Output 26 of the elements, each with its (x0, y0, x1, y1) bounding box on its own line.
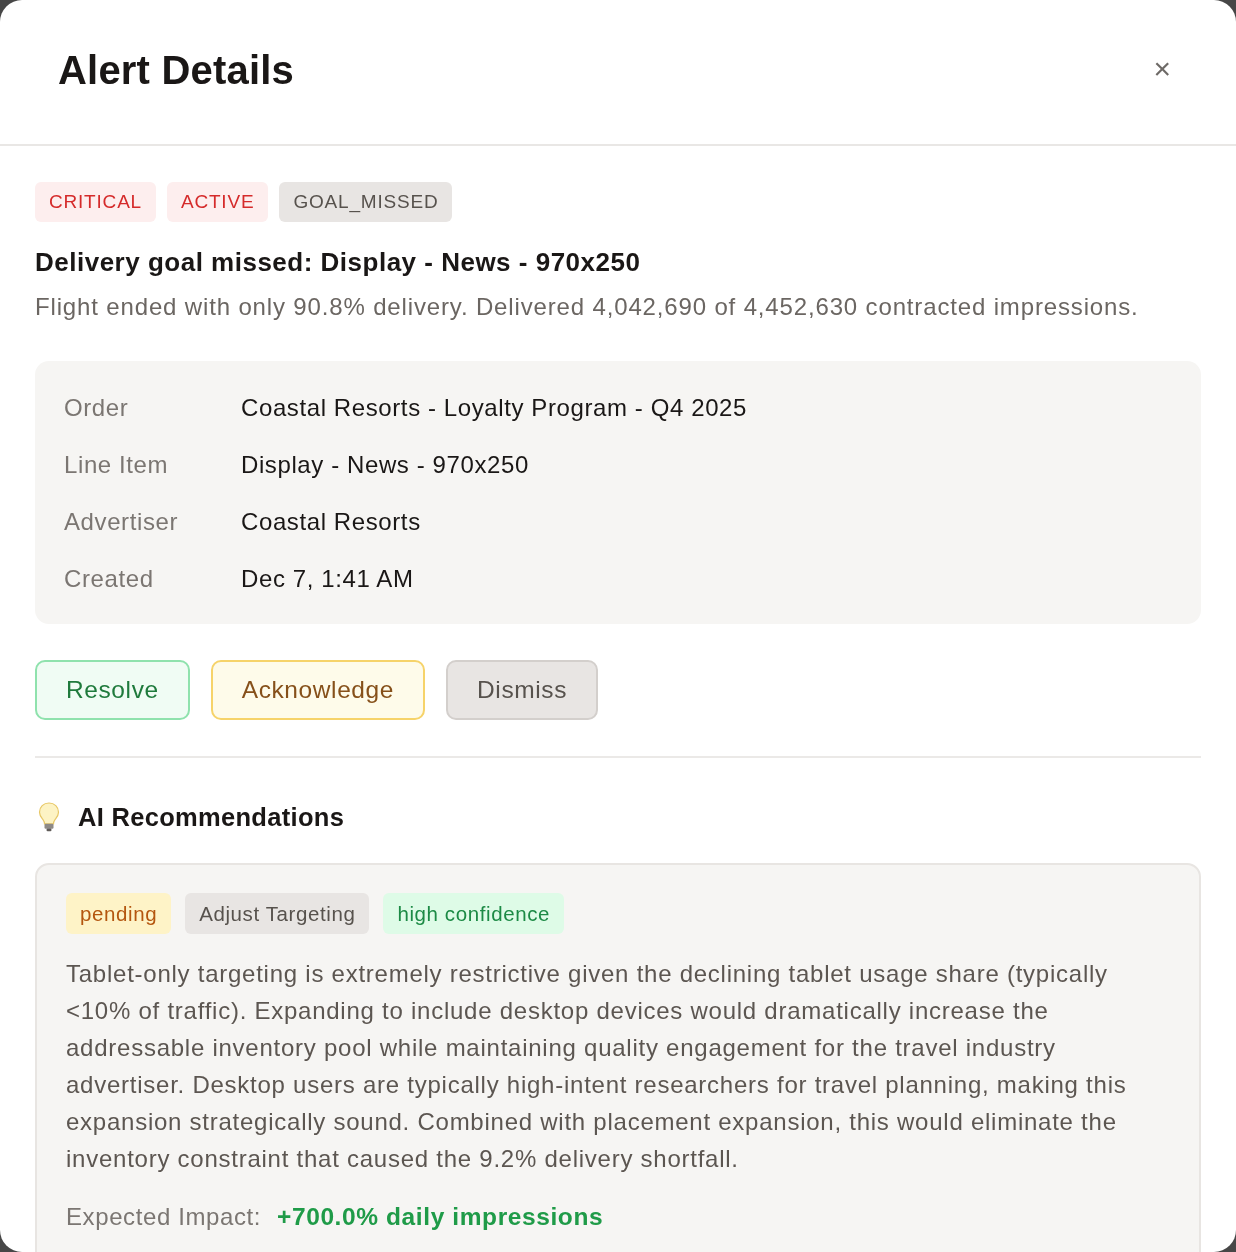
detail-value: Display - News - 970x250 (241, 450, 530, 480)
alert-title: Delivery goal missed: Display - News - 970x250 (35, 246, 642, 279)
alert-badge: GOAL_MISSED (279, 182, 453, 222)
lightbulb-icon (38, 802, 60, 832)
close-button[interactable]: × (1147, 50, 1177, 88)
dialog-title: Alert Details (58, 47, 295, 94)
recommendation-tag: high confidence (383, 893, 565, 934)
detail-value: Coastal Resorts - Loyalty Program - Q4 2025 (241, 393, 748, 423)
alert-description: Flight ended with only 90.8% delivery. Delivered 4,042,690 of 4,452,630 contracted impressions. (35, 292, 1140, 322)
detail-value: Coastal Resorts (241, 507, 422, 537)
section-heading: AI Recommendations (78, 802, 345, 833)
impact-label: Expected Impact: (66, 1202, 262, 1232)
alert-badge: CRITICAL (35, 182, 156, 222)
recommendation-text: Tablet-only targeting is extremely restrictive given the declining tablet usage share (typically <10% of traffic). Expanding to include desktop devices would dramatically increase the addressable inventory pool while maintaining quality engagement for the travel industry advertiser. Desktop users are typically high-intent researchers for travel planning, making this expansion strategically sound. Combined with placement expansion, this would eliminate the inventory constraint that caused the 9.2% delivery shortfall. (66, 959, 1128, 1174)
detail-label: Advertiser (64, 507, 180, 537)
recommendation-tag: pending (66, 893, 172, 934)
detail-label: Created (64, 564, 155, 594)
detail-value: Dec 7, 1:41 AM (241, 564, 415, 594)
action-button[interactable]: Resolve (35, 660, 190, 720)
detail-label: Line Item (64, 450, 170, 480)
detail-label: Order (64, 393, 130, 423)
recommendation-tag: Adjust Targeting (185, 893, 370, 934)
impact-value: +700.0% daily impressions (277, 1202, 604, 1232)
action-button[interactable]: Acknowledge (210, 660, 426, 720)
alert-badge: ACTIVE (166, 182, 269, 222)
action-button[interactable]: Dismiss (446, 660, 598, 720)
